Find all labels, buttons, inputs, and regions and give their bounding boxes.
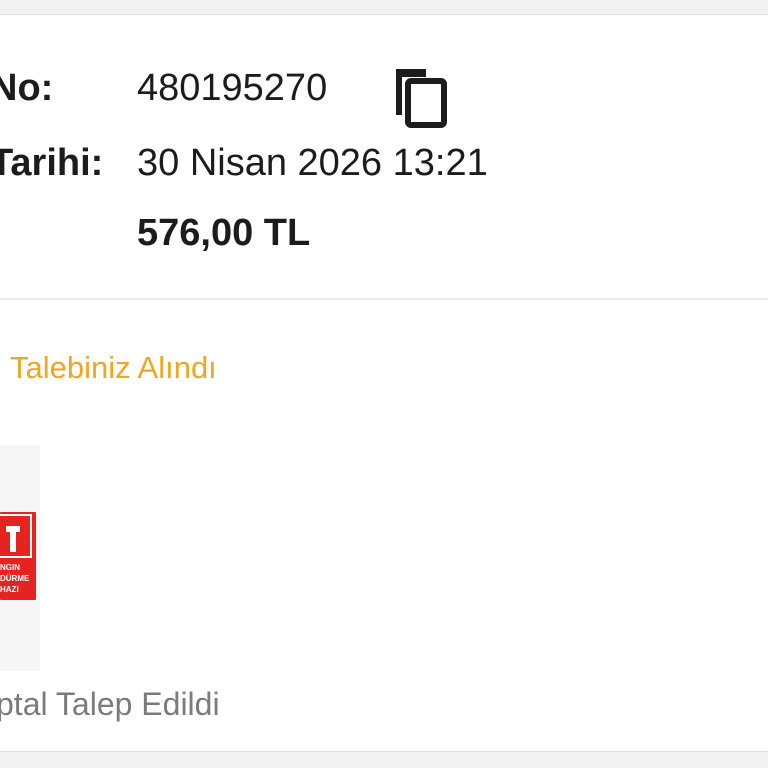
order-card: No: 480195270 Tarihi: 30 Nisan 2026 13:2… bbox=[0, 14, 768, 752]
order-number-value: 480195270 bbox=[137, 66, 328, 109]
order-total-value: 576,00 TL bbox=[137, 211, 311, 254]
section-divider bbox=[0, 298, 768, 300]
order-date-value: 30 Nisan 2026 13:21 bbox=[137, 141, 488, 184]
order-number-label: No: bbox=[0, 66, 54, 109]
copy-icon bbox=[396, 69, 447, 128]
order-date-label: Tarihi: bbox=[0, 141, 104, 184]
cancel-request-status: ptal Talep Edildi bbox=[0, 686, 220, 722]
order-total-label: : bbox=[0, 212, 140, 255]
product-sign: NGIN DÜRME HAZI bbox=[0, 512, 36, 600]
product-sign-text: NGIN DÜRME HAZI bbox=[0, 563, 30, 594]
fire-extinguisher-icon bbox=[0, 514, 32, 558]
item-status-text: Talebiniz Alındı bbox=[10, 350, 217, 385]
copy-order-number-button[interactable] bbox=[392, 67, 450, 129]
